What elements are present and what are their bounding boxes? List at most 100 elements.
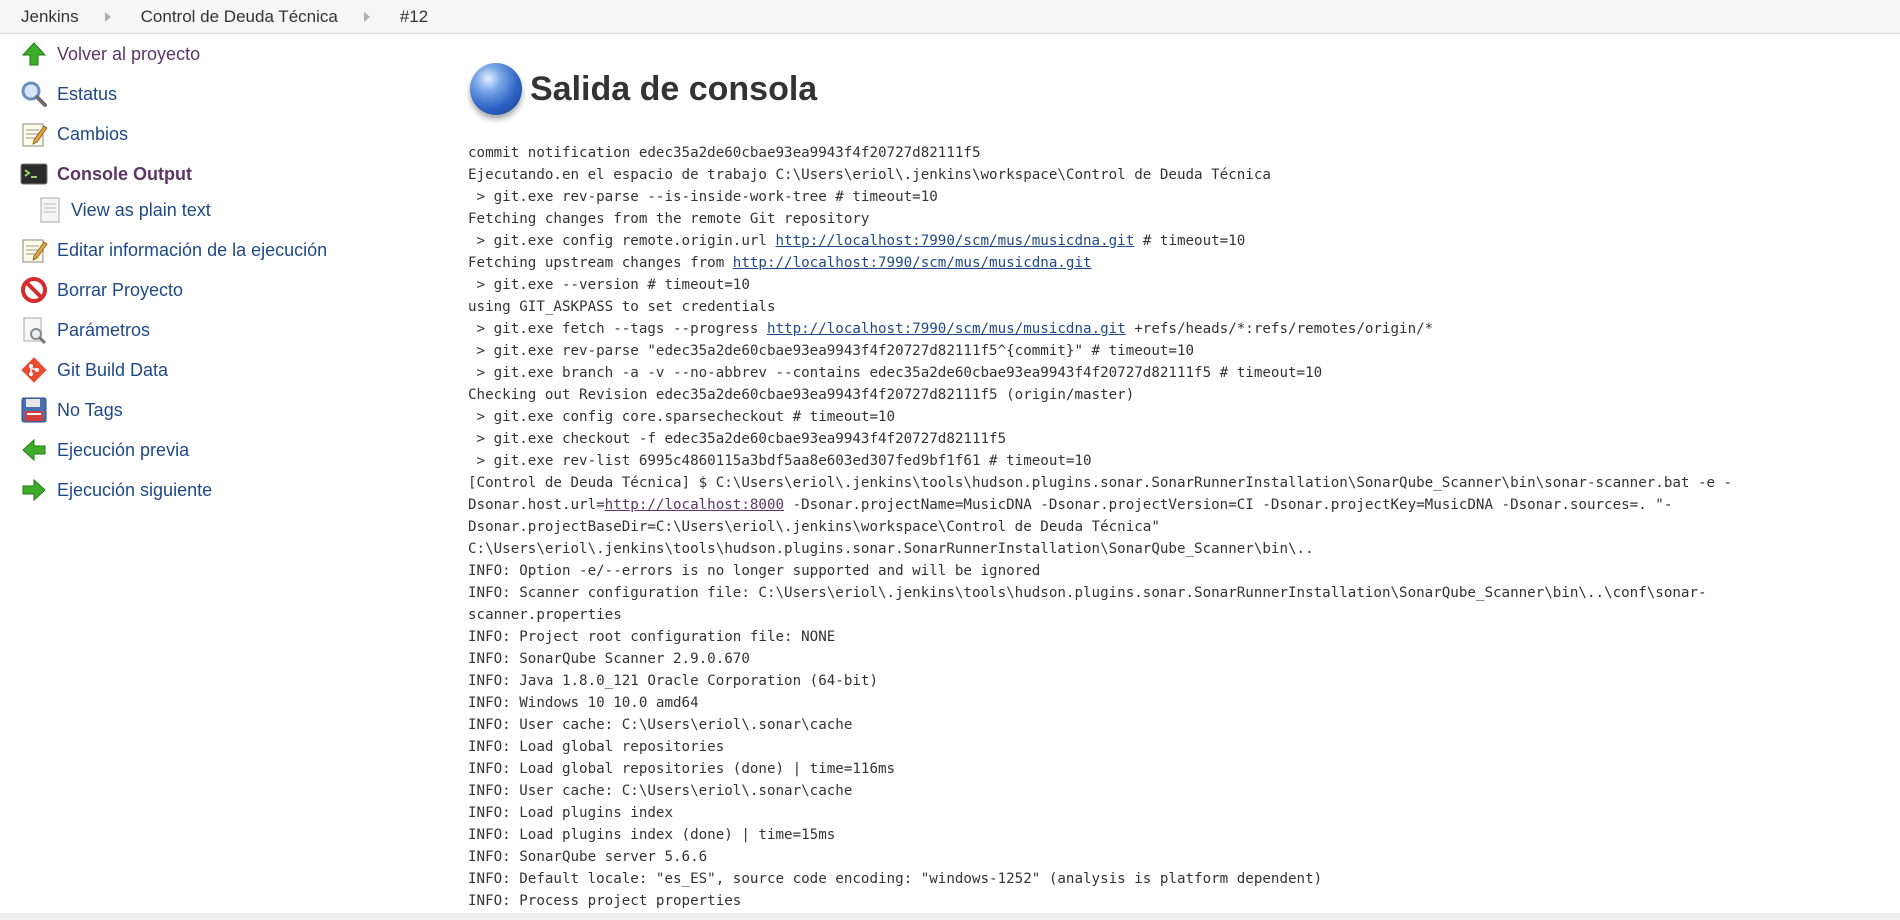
console-line: INFO: Scanner configuration file: C:\Use… [468, 582, 1798, 604]
sidebar-item-label: No Tags [57, 399, 123, 420]
breadcrumb-jenkins[interactable]: Jenkins [21, 7, 79, 27]
console-line: > git.exe rev-parse "edec35a2de60cbae93e… [468, 340, 1798, 362]
console-line-text: INFO: Windows 10 10.0 amd64 [468, 695, 699, 711]
console-line-text: > git.exe config remote.origin.url [468, 233, 776, 249]
console-line-text: INFO: Process project properties [468, 893, 742, 909]
console-line: > git.exe fetch --tags --progress http:/… [468, 318, 1798, 340]
sidebar-item-ejecucion-siguiente[interactable]: Ejecución siguiente [20, 474, 212, 506]
console-line-text: > git.exe rev-parse "edec35a2de60cbae93e… [468, 343, 1195, 359]
console-line-text: Dsonar.projectBaseDir=C:\Users\eriol\.je… [468, 519, 1160, 535]
console-line: > git.exe branch -a -v --no-abbrev --con… [468, 362, 1798, 384]
up-arrow-icon [20, 40, 48, 68]
page-title: Salida de consola [530, 69, 818, 108]
breadcrumb-build[interactable]: #12 [400, 7, 428, 27]
sidebar-item-label: Ejecución siguiente [57, 479, 213, 500]
right-arrow-icon [20, 476, 48, 504]
sidebar-item-console-output[interactable]: Console Output [20, 158, 192, 190]
console-line-text: -Dsonar.projectName=MusicDNA -Dsonar.pro… [784, 497, 1673, 513]
console-line: INFO: Default locale: "es_ES", source co… [468, 868, 1798, 890]
console-line: > git.exe --version # timeout=10 [468, 274, 1798, 296]
console-line: C:\Users\eriol\.jenkins\tools\hudson.plu… [468, 538, 1798, 560]
sidebar-item-parametros[interactable]: Parámetros [20, 314, 150, 346]
sidebar-item-label: Ejecución previa [57, 439, 190, 460]
sidebar-item-label: Borrar Proyecto [57, 279, 184, 300]
console-line-text: > git.exe rev-list 6995c4860115a3bdf5aa8… [468, 453, 1092, 469]
console-line-text: INFO: SonarQube Scanner 2.9.0.670 [468, 651, 750, 667]
sidebar-item-borrar-proyecto[interactable]: Borrar Proyecto [20, 274, 183, 306]
console-link[interactable]: http://localhost:7990/scm/mus/musicdna.g… [733, 255, 1092, 271]
console-line: > git.exe rev-parse --is-inside-work-tre… [468, 186, 1798, 208]
sidebar-item-ejecucion-previa[interactable]: Ejecución previa [20, 434, 189, 466]
sidebar-item-label: Git Build Data [57, 359, 169, 380]
console-line: > git.exe checkout -f edec35a2de60cbae93… [468, 428, 1798, 450]
sidebar-item-git-build-data[interactable]: Git Build Data [20, 354, 168, 386]
console-line: Checking out Revision edec35a2de60cbae93… [468, 384, 1798, 406]
sidebar-item-label: Estatus [57, 83, 118, 104]
console-line-text: > git.exe fetch --tags --progress [468, 321, 767, 337]
console-line-text: INFO: Load plugins index (done) | time=1… [468, 827, 836, 843]
console-line: INFO: Load global repositories (done) | … [468, 758, 1798, 780]
console-line-text: scanner.properties [468, 607, 622, 623]
console-line: INFO: SonarQube Scanner 2.9.0.670 [468, 648, 1798, 670]
console-line: commit notification edec35a2de60cbae93ea… [468, 142, 1798, 164]
console-line: INFO: Project root configuration file: N… [468, 626, 1798, 648]
console-line-text: +refs/heads/*:refs/remotes/origin/* [1125, 321, 1434, 337]
console-line-text: > git.exe config core.sparsecheckout # t… [468, 409, 896, 425]
console-line-text: INFO: Default locale: "es_ES", source co… [468, 871, 1323, 887]
console-line-text: INFO: Project root configuration file: N… [468, 629, 836, 645]
console-line: using GIT_ASKPASS to set credentials [468, 296, 1798, 318]
console-line-text: > git.exe rev-parse --is-inside-work-tre… [468, 189, 938, 205]
console-output: commit notification edec35a2de60cbae93ea… [468, 142, 1798, 912]
sidebar-item-label: View as plain text [71, 199, 211, 220]
sidebar-item-label: Parámetros [57, 319, 151, 340]
console-line-text: INFO: Java 1.8.0_121 Oracle Corporation … [468, 673, 878, 689]
terminal-icon [20, 160, 48, 188]
magnifier-icon [20, 80, 48, 108]
console-line-text: Ejecutando.en el espacio de trabajo C:\U… [468, 167, 1271, 183]
console-line-text: Fetching changes from the remote Git rep… [468, 211, 870, 227]
console-line: > git.exe config remote.origin.url http:… [468, 230, 1798, 252]
console-line: Dsonar.host.url=http://localhost:8000 -D… [468, 494, 1798, 516]
console-line: INFO: Load plugins index [468, 802, 1798, 824]
breadcrumb-separator-icon[interactable] [104, 11, 111, 22]
console-line: INFO: Option -e/--errors is no longer su… [468, 560, 1798, 582]
console-link[interactable]: http://localhost:8000 [605, 497, 784, 513]
console-line: INFO: Windows 10 10.0 amd64 [468, 692, 1798, 714]
console-link[interactable]: http://localhost:7990/scm/mus/musicdna.g… [767, 321, 1126, 337]
console-line-text: commit notification edec35a2de60cbae93ea… [468, 145, 981, 161]
console-line-text: using GIT_ASKPASS to set credentials [468, 299, 776, 315]
breadcrumb-separator-icon[interactable] [363, 11, 370, 22]
console-line: INFO: Load plugins index (done) | time=1… [468, 824, 1798, 846]
console-line-text: INFO: SonarQube server 5.6.6 [468, 849, 708, 865]
console-line: Ejecutando.en el espacio de trabajo C:\U… [468, 164, 1798, 186]
console-line-text: INFO: User cache: C:\Users\eriol\.sonar\… [468, 717, 853, 733]
sidebar-item-no-tags[interactable]: No Tags [20, 394, 123, 426]
sidebar-item-cambios[interactable]: Cambios [20, 118, 128, 150]
console-link[interactable]: http://localhost:7990/scm/mus/musicdna.g… [776, 233, 1135, 249]
sidebar-item-label: Editar información de la ejecución [57, 239, 328, 260]
breadcrumb-project[interactable]: Control de Deuda Técnica [141, 7, 338, 27]
console-line: Dsonar.projectBaseDir=C:\Users\eriol\.je… [468, 516, 1798, 538]
sidebar-item-volver-al-proyecto[interactable]: Volver al proyecto [20, 38, 200, 70]
console-line-text: INFO: Scanner configuration file: C:\Use… [468, 585, 1707, 601]
console-line-text: # timeout=10 [1134, 233, 1246, 249]
console-line-text: > git.exe branch -a -v --no-abbrev --con… [468, 365, 1323, 381]
notepad-icon [20, 120, 48, 148]
sidebar-item-label: Cambios [57, 123, 129, 144]
console-line-text: Fetching upstream changes from [468, 255, 733, 271]
console-line-text: > git.exe checkout -f edec35a2de60cbae93… [468, 431, 1007, 447]
sidebar-item-view-as-plain-text[interactable]: View as plain text [38, 194, 211, 226]
console-line: scanner.properties [468, 604, 1798, 626]
console-line-text: C:\Users\eriol\.jenkins\tools\hudson.plu… [468, 541, 1314, 557]
console-globe-icon [470, 63, 522, 115]
console-line-text: > git.exe --version # timeout=10 [468, 277, 750, 293]
sidebar-item-estatus[interactable]: Estatus [20, 78, 117, 110]
horizontal-scrollbar[interactable] [0, 913, 1900, 920]
console-line: > git.exe config core.sparsecheckout # t… [468, 406, 1798, 428]
console-line: INFO: SonarQube server 5.6.6 [468, 846, 1798, 868]
console-line: [Control de Deuda Técnica] $ C:\Users\er… [468, 472, 1798, 494]
console-line: INFO: Process project properties [468, 890, 1798, 912]
sidebar-item-editar-informacion[interactable]: Editar información de la ejecución [20, 234, 327, 266]
console-line-text: INFO: Option -e/--errors is no longer su… [468, 563, 1041, 579]
console-line-text: [Control de Deuda Técnica] $ C:\Users\er… [468, 475, 1733, 491]
